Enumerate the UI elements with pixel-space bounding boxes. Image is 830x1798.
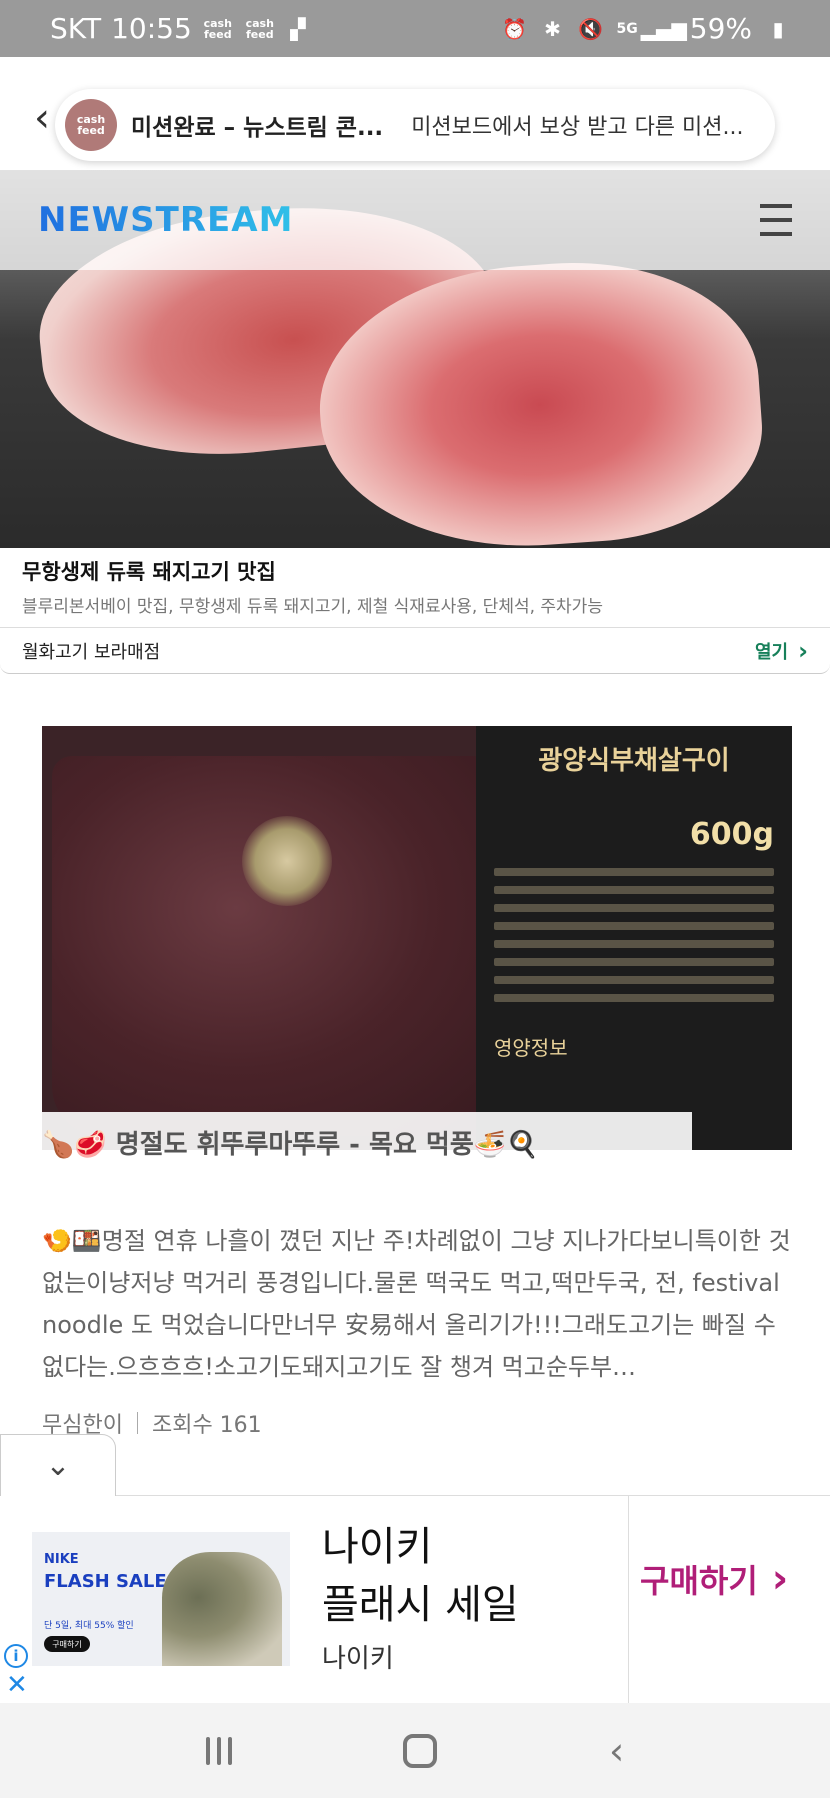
back-icon[interactable]: ‹: [609, 1729, 624, 1773]
restaurant-ad-footer[interactable]: 월화고기 보라매점 열기 ›: [0, 628, 830, 674]
mission-description: 미션보드에서 보상 받고 다른 미션...: [411, 115, 744, 140]
ad-headline-line2: 플래시 세일: [322, 1582, 519, 1628]
package-nutrition: 영양정보: [494, 1036, 568, 1060]
post-views: 조회수 161: [151, 1413, 262, 1438]
ad-title: 무항생제 듀록 돼지고기 맛집: [22, 560, 276, 584]
cash-feed-notification-icon-2: cash feed: [245, 16, 274, 41]
signal-icon: ▂▄▆: [640, 16, 687, 41]
ad-divider: [628, 1496, 629, 1704]
recent-apps-icon[interactable]: [205, 1736, 232, 1765]
mission-title: 미션완료 – 뉴스트림 콘...: [131, 115, 384, 141]
nike-ad-banner[interactable]: NIKE FLASH SALE 단 5일, 최대 55% 할인 구매하기 나이키…: [0, 1495, 830, 1704]
package-label: 광양식부채살구이 600g 영양정보: [476, 726, 792, 1150]
advertiser-name: 월화고기 보라매점: [22, 641, 161, 663]
ad-headline-line1: 나이키: [322, 1524, 433, 1570]
close-ad-icon[interactable]: ✕: [6, 1670, 28, 1700]
navigation-bar: ‹: [0, 1703, 830, 1798]
home-icon[interactable]: [403, 1733, 438, 1768]
post-title: 🍗🥩 명절도 휘뚜루마뚜루 - 목요 먹풍🍜🍳: [42, 1129, 539, 1160]
carrier-label: SKT: [50, 12, 102, 45]
package-name: 광양식부채살구이: [538, 746, 730, 776]
alarm-icon: ⏰: [502, 16, 527, 41]
restaurant-ad-text[interactable]: 무항생제 듀록 돼지고기 맛집 블루리본서베이 맛집, 무항생제 듀록 돼지고기…: [0, 548, 830, 628]
clock: 10:55: [111, 12, 192, 45]
post-image[interactable]: 광양식부채살구이 600g 영양정보: [42, 726, 792, 1150]
chevron-right-icon: ›: [798, 636, 808, 665]
menu-icon[interactable]: [760, 204, 792, 236]
mute-icon: 🔇: [578, 16, 603, 41]
newstream-header: NEWSTREAM: [0, 170, 830, 270]
sale-subtext: 단 5일, 최대 55% 할인: [44, 1621, 134, 1631]
battery-level: 59%: [689, 12, 752, 45]
ad-headline: 나이키 플래시 세일: [322, 1518, 519, 1634]
post-title-bar[interactable]: 🍗🥩 명절도 휘뚜루마뚜루 - 목요 먹풍🍜🍳: [42, 1112, 692, 1172]
sesame-seeds: [242, 816, 332, 906]
models-photo: [162, 1552, 282, 1666]
newstream-logo: NEWSTREAM: [38, 200, 294, 240]
ad-info-icon[interactable]: i: [4, 1644, 28, 1668]
cashfeed-logo: cash feed: [65, 99, 117, 151]
image-buy-button: 구매하기: [44, 1636, 90, 1652]
nike-ad-image[interactable]: NIKE FLASH SALE 단 5일, 최대 55% 할인 구매하기: [32, 1532, 290, 1666]
package-weight: 600g: [689, 817, 774, 852]
chevron-right-icon: ›: [771, 1556, 789, 1602]
network-type: 5G: [616, 20, 638, 37]
buy-button[interactable]: 구매하기 ›: [640, 1556, 820, 1602]
meta-divider: [136, 1412, 138, 1434]
back-arrow-icon[interactable]: ‹: [34, 95, 50, 141]
ad-subtitle: 블루리본서베이 맛집, 무항생제 듀록 돼지고기, 제철 식재료사용, 단체석,…: [22, 597, 603, 617]
bluetooth-icon: ✱: [544, 16, 561, 41]
package-text-lines: [494, 868, 774, 1002]
open-label: 열기: [754, 641, 789, 663]
nike-brand-text: NIKE: [44, 1552, 79, 1567]
steps-icon: ▞: [290, 16, 306, 41]
flash-sale-text: FLASH SALE: [44, 1571, 167, 1592]
status-bar: SKT 10:55 cash feed cash feed ▞ ⏰ ✱ 🔇 5G…: [0, 0, 830, 57]
buy-label: 구매하기: [640, 1562, 758, 1600]
cash-feed-notification-icon: cash feed: [203, 16, 232, 41]
chevron-down-icon: ⌄: [45, 1448, 71, 1483]
cashfeed-mission-banner[interactable]: cash feed 미션완료 – 뉴스트림 콘... 미션보드에서 보상 받고 …: [55, 89, 775, 161]
beef-photo: [52, 756, 512, 1136]
battery-icon: ▮: [772, 16, 784, 41]
hero-ad-image[interactable]: NEWSTREAM: [0, 170, 830, 548]
post-excerpt[interactable]: 🍤🍱명절 연휴 나흘이 꼈던 지난 주!차례없이 그냥 지나가다보니특이한 것 …: [42, 1220, 794, 1388]
open-button[interactable]: 열기 ›: [755, 637, 808, 665]
ad-brand: 나이키: [322, 1644, 394, 1674]
collapse-ad-button[interactable]: ⌄: [0, 1434, 116, 1496]
